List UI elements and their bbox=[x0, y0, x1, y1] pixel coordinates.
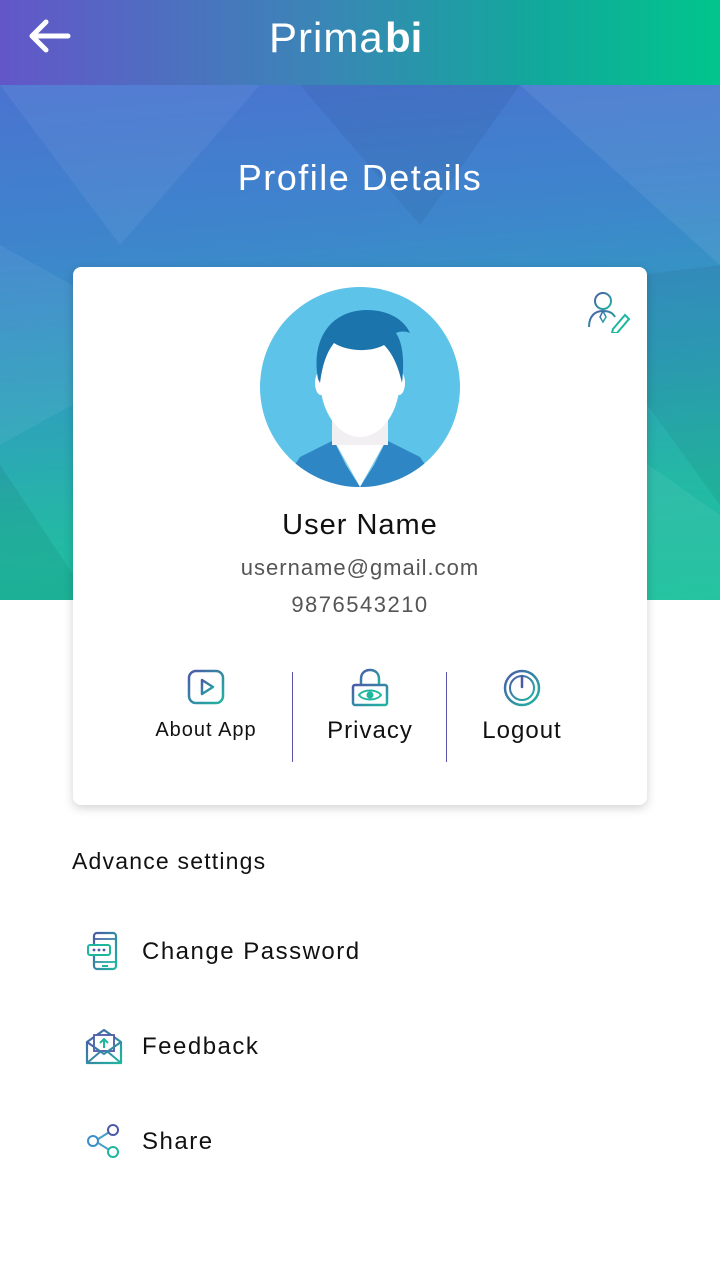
user-name: User Name bbox=[282, 509, 438, 541]
privacy-button[interactable]: Privacy bbox=[297, 667, 443, 745]
change-password-item[interactable]: Change Password bbox=[84, 925, 644, 981]
user-email: username@gmail.com bbox=[240, 555, 480, 580]
edit-user-icon[interactable] bbox=[585, 289, 631, 333]
share-label: Share bbox=[142, 1128, 214, 1155]
avatar bbox=[260, 287, 460, 487]
envelope-upload-icon bbox=[85, 1028, 123, 1065]
logo-suffix: bi bbox=[385, 14, 422, 61]
arrow-left-icon[interactable] bbox=[22, 12, 78, 60]
app-header: Prima bi bbox=[0, 0, 720, 85]
logout-label: Logout bbox=[482, 717, 562, 744]
user-phone: 9876543210 bbox=[291, 592, 429, 617]
feedback-label: Feedback bbox=[142, 1033, 260, 1060]
lock-eye-icon bbox=[351, 668, 389, 707]
share-icon bbox=[87, 1124, 119, 1158]
divider bbox=[292, 672, 293, 762]
privacy-label: Privacy bbox=[327, 717, 413, 744]
play-square-icon bbox=[187, 669, 225, 705]
logo-text: Prima bbox=[269, 14, 384, 61]
advance-settings-heading: Advance settings bbox=[72, 848, 267, 874]
logout-button[interactable]: Logout bbox=[449, 667, 595, 745]
divider bbox=[446, 672, 447, 762]
share-item[interactable]: Share bbox=[84, 1115, 644, 1171]
feedback-item[interactable]: Feedback bbox=[84, 1020, 644, 1076]
about-app-button[interactable]: About App bbox=[143, 667, 269, 742]
about-app-label: About App bbox=[155, 719, 257, 741]
page-title: Profile Details bbox=[237, 157, 483, 198]
app-logo: Prima bi bbox=[269, 14, 422, 61]
change-password-label: Change Password bbox=[142, 938, 361, 965]
phone-password-icon bbox=[87, 931, 118, 971]
profile-card: User Name username@gmail.com 9876543210 … bbox=[73, 267, 647, 805]
power-icon bbox=[503, 669, 541, 707]
